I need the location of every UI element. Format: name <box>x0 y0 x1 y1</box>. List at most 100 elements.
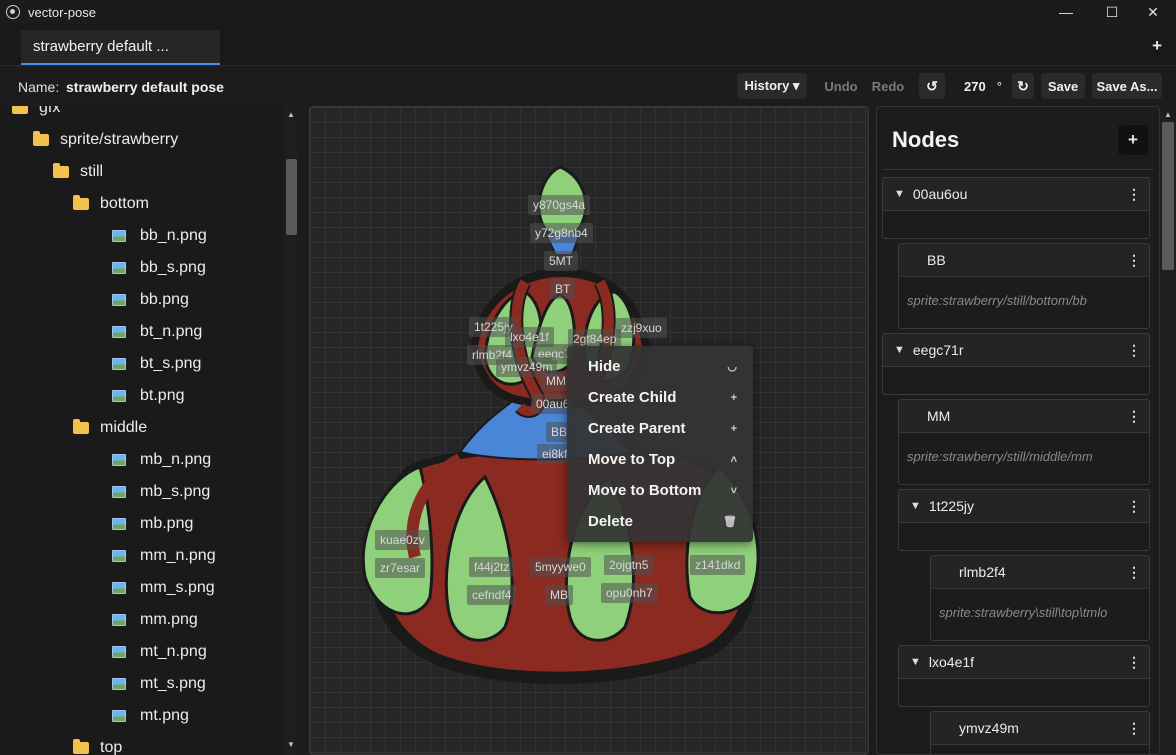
close-button[interactable]: ✕ <box>1130 0 1176 24</box>
canvas-node-label[interactable]: y870gs4a <box>528 195 591 215</box>
canvas-node-label[interactable]: MB <box>545 585 573 605</box>
tree-file[interactable]: bb_s.png <box>112 252 206 284</box>
pose-name-field[interactable]: strawberry default pose <box>66 79 224 95</box>
rotation-value: 270 <box>964 78 986 94</box>
tree-file[interactable]: mb.png <box>112 508 193 540</box>
add-node-button[interactable]: + <box>1118 125 1148 155</box>
tree-file[interactable]: bt_n.png <box>112 316 202 348</box>
more-menu-icon[interactable]: ⋮ <box>1127 654 1141 671</box>
scroll-up-icon[interactable]: ▲ <box>1164 110 1172 119</box>
node-name: lxo4e1f <box>928 654 975 670</box>
tree-folder-sprite-strawberry[interactable]: sprite/strawberry <box>33 124 178 156</box>
node-header[interactable]: ymvz49m ⋮ <box>930 711 1150 745</box>
tree-file[interactable]: mb_s.png <box>112 476 210 508</box>
menu-item-label: Delete <box>588 513 634 530</box>
sprite-path: sprite:strawberry/still/middle/mm <box>907 449 1093 464</box>
node-header[interactable]: ▼ 1t225jy ⋮ <box>898 489 1150 523</box>
menu-item-delete[interactable]: Delete 🗑 <box>573 506 747 537</box>
tree-file[interactable]: bt_s.png <box>112 348 201 380</box>
canvas-node-label[interactable]: BT <box>550 279 576 299</box>
canvas-node-label[interactable]: 5MT <box>544 251 578 271</box>
scrollbar-thumb[interactable] <box>1162 122 1174 270</box>
maximize-button[interactable]: ☐ <box>1089 0 1135 24</box>
menu-item-create-parent[interactable]: Create Parent + <box>573 413 747 444</box>
rotate-left-button[interactable]: ↺ <box>919 73 945 99</box>
menu-item-move-to-bottom[interactable]: Move to Bottom ˅ <box>573 475 747 506</box>
rotation-input[interactable]: 270 ° <box>957 73 1009 99</box>
nodes-title: Nodes <box>892 127 960 152</box>
redo-button[interactable]: Redo <box>868 73 908 99</box>
canvas-node-label[interactable]: y72g8nb4 <box>530 223 593 243</box>
menu-item-label: Hide <box>588 358 621 375</box>
undo-button[interactable]: Undo <box>820 73 862 99</box>
tree-item-label: mb_n.png <box>140 451 212 468</box>
context-menu: Hide ◡ Create Child + Create Parent + Move … <box>567 346 753 542</box>
more-menu-icon[interactable]: ⋮ <box>1127 252 1141 269</box>
canvas-node-label[interactable]: 2ojgtn5 <box>604 555 654 575</box>
tree-file[interactable]: mm.png <box>112 604 198 636</box>
new-tab-button[interactable]: + <box>1152 36 1162 56</box>
history-dropdown[interactable]: History ▾ <box>737 73 807 99</box>
more-menu-icon[interactable]: ⋮ <box>1127 342 1141 359</box>
scroll-down-icon[interactable]: ▼ <box>287 740 295 749</box>
expand-icon[interactable]: ▼ <box>910 500 921 512</box>
save-as-button[interactable]: Save As... <box>1092 73 1162 99</box>
tree-file[interactable]: bb.png <box>112 284 189 316</box>
tree-file[interactable]: mm_s.png <box>112 572 215 604</box>
menu-item-move-to-top[interactable]: Move to Top ˄ <box>573 444 747 475</box>
scrollbar-thumb[interactable] <box>286 159 297 235</box>
tree-file[interactable]: mm_n.png <box>112 540 216 572</box>
more-menu-icon[interactable]: ⋮ <box>1127 564 1141 581</box>
node-header[interactable]: MM ⋮ <box>898 399 1150 433</box>
expand-icon[interactable]: ▼ <box>894 344 905 356</box>
tree-item-label: mm_s.png <box>140 579 215 596</box>
tree-item-label: bb_n.png <box>140 227 207 244</box>
node-header[interactable]: BB ⋮ <box>898 243 1150 277</box>
node-header[interactable]: ▼ eegc71r ⋮ <box>882 333 1150 367</box>
tree-file[interactable]: bt.png <box>112 380 184 412</box>
minimize-button[interactable]: — <box>1043 0 1089 24</box>
more-menu-icon[interactable]: ⋮ <box>1127 720 1141 737</box>
tree-scrollbar[interactable]: ▲ ▼ <box>284 106 299 755</box>
tree-folder-gfx[interactable]: gfx <box>12 106 60 124</box>
tree-item-label: bottom <box>100 195 149 212</box>
tree-file[interactable]: mt_s.png <box>112 668 206 700</box>
more-menu-icon[interactable]: ⋮ <box>1127 186 1141 203</box>
rotate-right-button[interactable]: ↻ <box>1012 73 1034 99</box>
tree-file[interactable]: mt.png <box>112 700 189 732</box>
canvas-node-label[interactable]: kuae0zv <box>375 530 430 550</box>
node-header[interactable]: ▼ 00au6ou ⋮ <box>882 177 1150 211</box>
nodes-scrollbar[interactable]: ▲ <box>1160 106 1176 755</box>
tree-folder-still[interactable]: still <box>53 156 103 188</box>
canvas-node-label[interactable]: cefndf4 <box>467 585 517 605</box>
tree-file[interactable]: bb_n.png <box>112 220 207 252</box>
expand-icon[interactable]: ▼ <box>894 188 905 200</box>
expand-icon[interactable]: ▼ <box>910 656 921 668</box>
save-button[interactable]: Save <box>1041 73 1085 99</box>
canvas-node-label[interactable]: zzj9xuo <box>616 318 667 338</box>
tree-item-label: bt_s.png <box>140 355 202 372</box>
node-header[interactable]: ▼ lxo4e1f ⋮ <box>898 645 1150 679</box>
folder-icon <box>73 419 89 434</box>
canvas-node-label[interactable]: z141dkd <box>690 555 746 575</box>
canvas-node-label[interactable]: 5myywe0 <box>530 557 591 577</box>
more-menu-icon[interactable]: ⋮ <box>1127 408 1141 425</box>
tab-strawberry-default[interactable]: strawberry default ... <box>21 30 220 65</box>
node-name: rlmb2f4 <box>959 564 1006 580</box>
menu-item-hide[interactable]: Hide ◡ <box>573 351 747 382</box>
canvas-node-label[interactable]: f44j2tz <box>469 557 515 577</box>
tree-folder-top[interactable]: top <box>73 732 122 755</box>
canvas-node-label[interactable]: zr7esar <box>375 558 426 578</box>
tree-file[interactable]: mb_n.png <box>112 444 211 476</box>
node-name: BB <box>927 252 946 268</box>
tree-file[interactable]: mt_n.png <box>112 636 207 668</box>
canvas-node-label[interactable]: opu0nh7 <box>601 583 658 603</box>
node-header[interactable]: rlmb2f4 ⋮ <box>930 555 1150 589</box>
image-file-icon <box>112 454 126 466</box>
menu-item-create-child[interactable]: Create Child + <box>573 382 747 413</box>
scroll-up-icon[interactable]: ▲ <box>287 110 295 119</box>
tree-folder-middle[interactable]: middle <box>73 412 147 444</box>
tree-item-label: mm.png <box>140 611 198 628</box>
more-menu-icon[interactable]: ⋮ <box>1127 498 1141 515</box>
tree-folder-bottom[interactable]: bottom <box>73 188 149 220</box>
